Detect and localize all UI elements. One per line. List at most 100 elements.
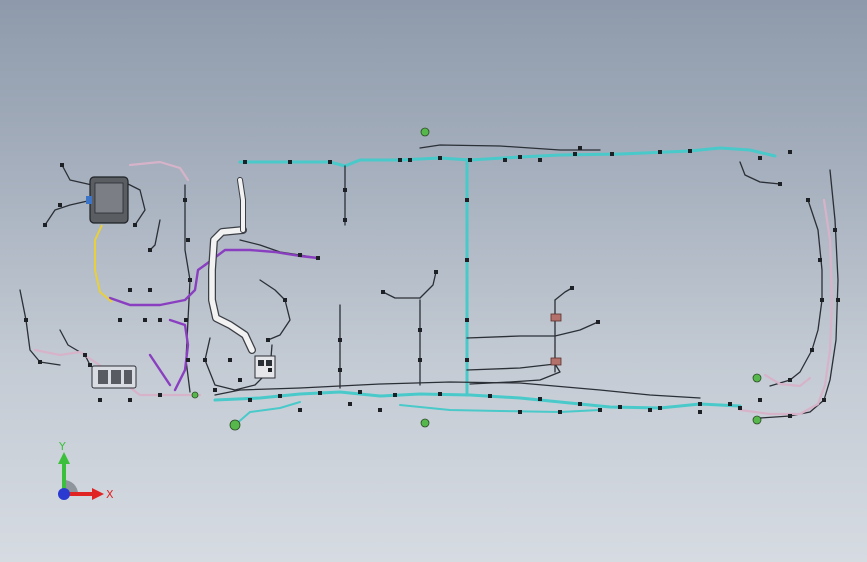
connector-node	[778, 182, 782, 186]
connector-node	[503, 158, 507, 162]
cad-viewport[interactable]: Y X	[0, 0, 867, 562]
connector-node	[658, 150, 662, 154]
left-lower-fan-2	[59, 329, 91, 366]
connector-node	[434, 270, 438, 274]
connector-node	[83, 353, 87, 357]
left-fan-2	[61, 164, 93, 186]
connector-node	[738, 406, 742, 410]
pink-top-run	[128, 160, 190, 182]
cyan-bundle-group	[213, 146, 777, 426]
connector-node	[833, 228, 837, 232]
connector-node	[393, 393, 397, 397]
connector-node	[316, 256, 320, 260]
connector-node	[538, 158, 542, 162]
connector-node	[578, 146, 582, 150]
left-fan-1	[44, 199, 93, 226]
connector-node	[328, 160, 332, 164]
bottom-branch-bundle	[234, 401, 301, 426]
bottom-lower-bundle	[399, 404, 601, 413]
coordinate-triad: Y X	[58, 440, 114, 501]
connector-node	[698, 402, 702, 406]
wire-harness-model[interactable]	[0, 0, 867, 562]
connector-node	[60, 163, 64, 167]
connector-node	[268, 368, 272, 372]
connector-node	[128, 288, 132, 292]
connector-node	[438, 156, 442, 160]
connector-node	[338, 368, 342, 372]
x-axis-label: X	[106, 488, 114, 501]
connector-node	[465, 258, 469, 262]
connector-node	[243, 160, 247, 164]
connector-node	[143, 318, 147, 322]
white-conduit-outline	[208, 226, 256, 354]
connector-node	[810, 348, 814, 352]
connector-node	[818, 258, 822, 262]
connector-node	[806, 198, 810, 202]
connector-node	[398, 158, 402, 162]
connector-node	[118, 318, 122, 322]
branch-wire-b	[419, 271, 437, 299]
connector-node	[24, 318, 28, 322]
connector-node	[203, 358, 207, 362]
connector-node	[518, 410, 522, 414]
connector-node	[788, 414, 792, 418]
connector-node	[820, 298, 824, 302]
right-top-hook	[739, 161, 781, 185]
relay-block-module[interactable]	[254, 355, 276, 379]
right-branch-main	[466, 321, 599, 339]
connector-node	[343, 218, 347, 222]
connector-node	[488, 394, 492, 398]
connector-node	[88, 363, 92, 367]
connector-node	[573, 152, 577, 156]
yellow-wire	[94, 224, 113, 303]
connector-node	[283, 298, 287, 302]
connector-node	[538, 397, 542, 401]
connector-node	[836, 298, 840, 302]
connector-node	[38, 360, 42, 364]
connector-node	[698, 410, 702, 414]
connector-node	[318, 391, 322, 395]
connector-node	[266, 338, 270, 342]
fuse-box-module[interactable]	[86, 176, 129, 224]
connector-node	[158, 318, 162, 322]
connector-node	[186, 238, 190, 242]
connector-node	[184, 318, 188, 322]
dark-wire-group	[19, 144, 839, 419]
connector-node	[148, 288, 152, 292]
top-dark-run	[419, 144, 601, 151]
purple-harness-a	[108, 263, 207, 307]
connector-node	[788, 378, 792, 382]
connector-node	[658, 406, 662, 410]
left-wire-cluster-2	[149, 219, 161, 251]
connector-node	[188, 278, 192, 282]
connector-node	[618, 405, 622, 409]
connector-node	[158, 393, 162, 397]
connector-node	[518, 155, 522, 159]
x-axis-arrow-icon	[92, 488, 104, 500]
connector-node	[465, 198, 469, 202]
bottom-trunk-bundle	[213, 390, 742, 410]
connector-node	[418, 328, 422, 332]
connector-node	[213, 388, 217, 392]
connector-node	[596, 320, 600, 324]
purple-harness-b	[168, 318, 190, 392]
power-distribution-module[interactable]	[91, 365, 137, 389]
y-axis-label: Y	[58, 440, 66, 453]
connector-node	[278, 394, 282, 398]
connector-node	[408, 158, 412, 162]
junction-blocks	[550, 313, 562, 366]
connector-node	[688, 149, 692, 153]
connector-node	[338, 338, 342, 342]
connector-node	[558, 410, 562, 414]
connector-node	[758, 156, 762, 160]
connector-node	[418, 358, 422, 362]
right-edge-wire	[769, 199, 823, 387]
connector-node	[758, 398, 762, 402]
connector-node	[648, 408, 652, 412]
connector-node	[183, 198, 187, 202]
connector-node	[148, 248, 152, 252]
connector-node	[343, 188, 347, 192]
branch-wire-a	[382, 291, 421, 299]
connector-node	[133, 223, 137, 227]
engine-wire-loop-2	[259, 279, 291, 341]
